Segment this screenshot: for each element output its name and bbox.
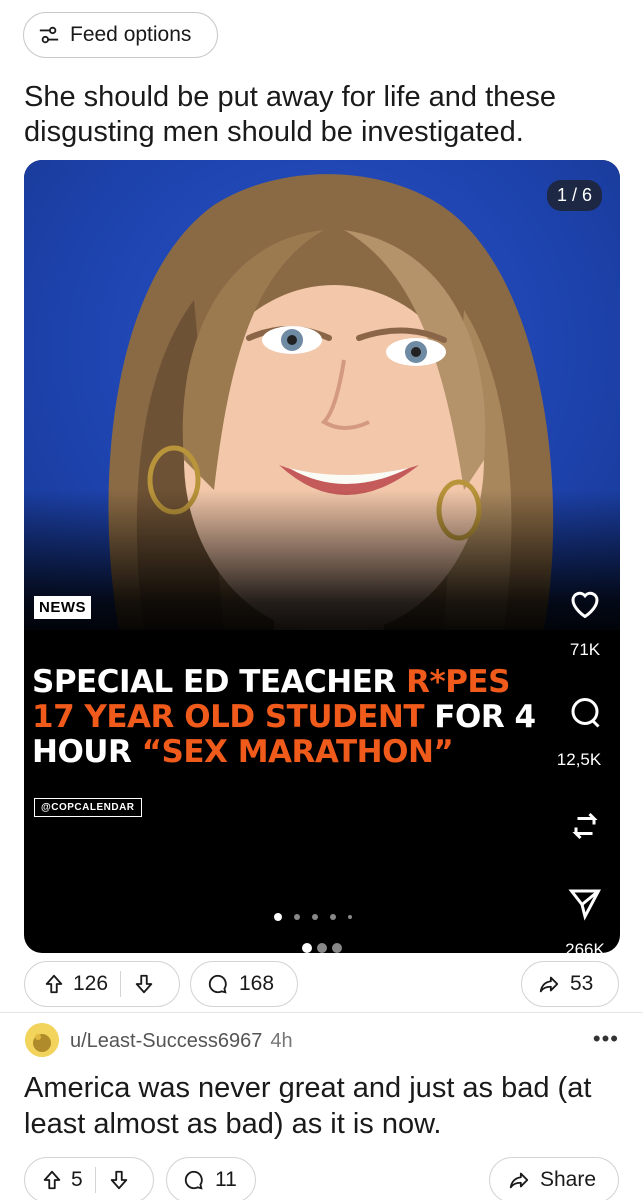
- more-options-icon[interactable]: •••: [593, 1026, 619, 1052]
- news-tag: NEWS: [34, 596, 91, 619]
- comment-author-line: u/Least-Success6967 4h: [70, 1030, 293, 1053]
- share-arrow-icon: [509, 1172, 529, 1189]
- carousel-dot: [294, 914, 300, 920]
- carousel-dot: [348, 915, 352, 919]
- comment-share-button[interactable]: Share: [489, 1157, 619, 1200]
- share-arrow-icon: [539, 976, 559, 993]
- headline-part: FOR 4: [424, 699, 536, 735]
- comment-icon: [208, 974, 227, 994]
- media-comments-count: 12,5K: [556, 750, 602, 769]
- comment-text: America was never great and just as bad …: [24, 1072, 592, 1140]
- image-counter: 1 / 6: [546, 180, 602, 211]
- feed-options-button[interactable]: Feed options: [23, 12, 218, 58]
- page-dot[interactable]: [332, 943, 342, 953]
- likes-count: 71K: [569, 640, 601, 659]
- comment-share-label: Share: [540, 1168, 597, 1191]
- post-vote-control: 126: [24, 961, 180, 1007]
- comment-bubble-icon[interactable]: [567, 695, 603, 731]
- send-icon[interactable]: [567, 885, 603, 921]
- headline-part: SPECIAL ED TEACHER: [32, 664, 407, 700]
- page-indicator: [302, 943, 342, 953]
- comment-vote-control: 5: [24, 1157, 154, 1200]
- post-score: 126: [73, 972, 109, 995]
- comment-icon: [184, 1170, 203, 1190]
- post-title[interactable]: She should be put away for life and thes…: [24, 80, 624, 150]
- carousel-dot: [274, 913, 282, 921]
- post-media[interactable]: 1 / 6 NEWS SPECIAL ED TEACHER R*PES 17 Y…: [24, 160, 620, 953]
- feed-options-label: Feed options: [70, 23, 192, 46]
- headline-part: 17 YEAR OLD STUDENT: [32, 699, 425, 735]
- comment-replies-count: 11: [215, 1168, 237, 1191]
- comment-timestamp: 4h: [270, 1030, 293, 1052]
- vote-divider: [94, 1167, 96, 1193]
- avatar[interactable]: [25, 1023, 59, 1057]
- heart-icon[interactable]: [567, 585, 603, 621]
- repost-icon[interactable]: [567, 808, 603, 844]
- page-dot[interactable]: [317, 943, 327, 953]
- section-divider: [0, 1012, 643, 1013]
- image-headline: SPECIAL ED TEACHER R*PES 17 YEAR OLD STU…: [32, 665, 592, 770]
- comment-reply-button[interactable]: 11: [166, 1157, 256, 1200]
- headline-part: HOUR: [32, 734, 142, 770]
- headline-part: “SEX MARATHON”: [141, 734, 454, 770]
- downvote-icon[interactable]: [133, 973, 155, 995]
- upvote-icon[interactable]: [41, 1169, 63, 1191]
- carousel-dot: [330, 914, 336, 920]
- carousel-dot: [312, 914, 318, 920]
- media-shares-count: 266K: [565, 940, 605, 953]
- vote-divider: [120, 971, 122, 997]
- post-comments-count: 168: [239, 972, 275, 995]
- sliders-icon: [39, 26, 59, 44]
- source-handle: @COPCALENDAR: [34, 798, 142, 817]
- headline-part: R*PES: [406, 664, 510, 700]
- downvote-icon[interactable]: [108, 1169, 130, 1191]
- carousel-indicator: [274, 913, 352, 921]
- comment-username[interactable]: u/Least-Success6967: [70, 1030, 262, 1052]
- comment-score: 5: [71, 1168, 83, 1191]
- post-comments-button[interactable]: 168: [190, 961, 298, 1007]
- post-share-button[interactable]: 53: [521, 961, 619, 1007]
- upvote-icon[interactable]: [43, 973, 65, 995]
- post-share-count: 53: [570, 972, 594, 995]
- page-dot[interactable]: [302, 943, 312, 953]
- photo-gradient: [24, 490, 620, 650]
